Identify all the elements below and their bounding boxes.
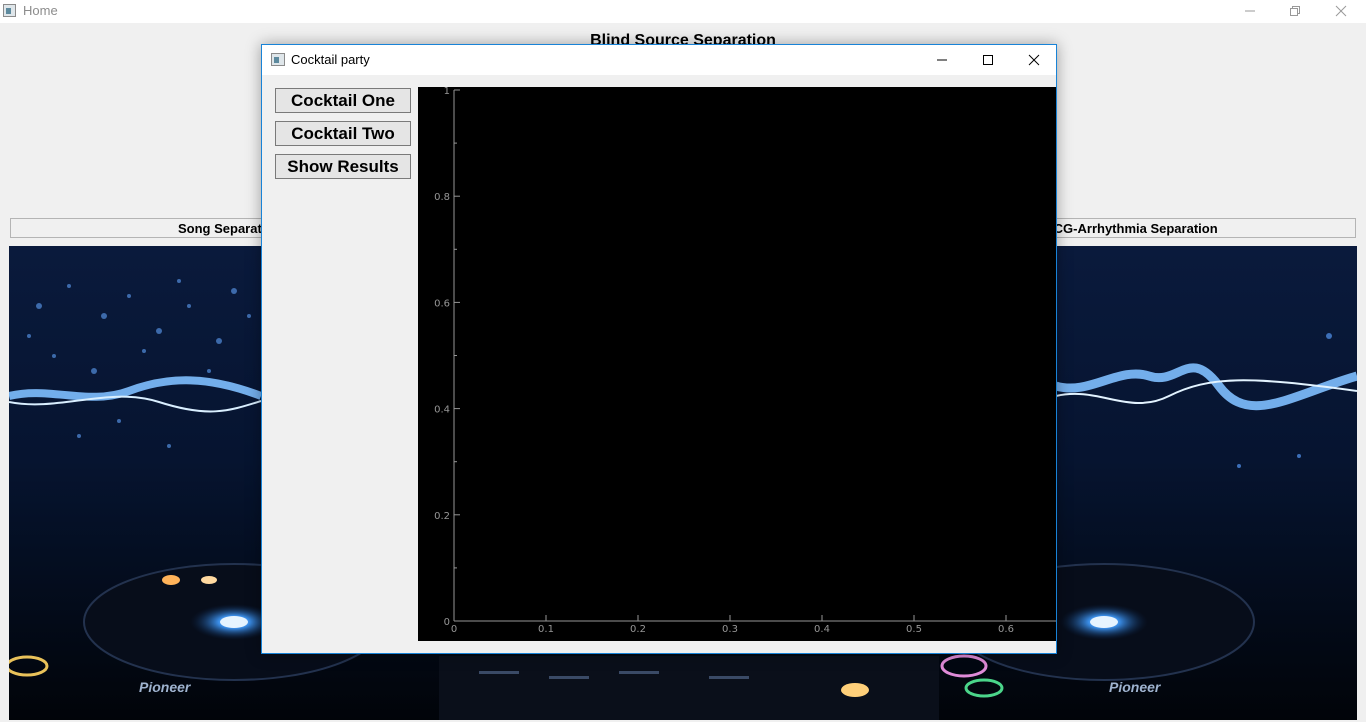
x-tick-label: 0.1 xyxy=(538,624,554,635)
close-button[interactable] xyxy=(1318,0,1364,22)
x-axis: 0 0.1 0.2 0.3 0.4 0.5 0.6 xyxy=(451,615,1056,635)
dialog-titlebar: Cocktail party xyxy=(262,45,1056,75)
maximize-icon xyxy=(983,55,993,65)
close-icon xyxy=(1335,5,1347,17)
show-results-button[interactable]: Show Results xyxy=(275,154,411,179)
minimize-icon xyxy=(937,59,947,61)
cocktail-two-button[interactable]: Cocktail Two xyxy=(275,121,411,146)
dialog-title: Cocktail party xyxy=(291,52,370,67)
y-tick-label: 0.6 xyxy=(434,298,450,309)
waveform-chart: 0 0.2 0.4 0.6 0.8 1 0 0.1 0.2 0.3 0.4 0.5 0.6 xyxy=(434,86,1056,635)
minimize-icon xyxy=(1245,10,1255,12)
right-deck-brand-logo: Pioneer xyxy=(1109,679,1162,695)
minimize-button[interactable] xyxy=(1227,0,1273,22)
cocktail-one-button[interactable]: Cocktail One xyxy=(275,88,411,113)
dialog-maximize-button[interactable] xyxy=(965,45,1011,75)
app-icon xyxy=(3,4,16,17)
y-tick-label: 0.2 xyxy=(434,511,450,522)
dialog-minimize-button[interactable] xyxy=(919,45,965,75)
y-tick-label: 0.8 xyxy=(434,192,450,203)
window-title: Home xyxy=(23,3,58,18)
close-icon xyxy=(1028,54,1040,66)
cocktail-party-dialog: Cocktail party Cocktail One Cocktail Two… xyxy=(261,44,1057,654)
y-tick-label: 0 xyxy=(444,617,450,628)
x-tick-label: 0.5 xyxy=(906,624,922,635)
x-tick-label: 0.4 xyxy=(814,624,830,635)
dialog-app-icon xyxy=(271,53,285,66)
dialog-close-button[interactable] xyxy=(1011,45,1057,75)
x-tick-label: 0.6 xyxy=(998,624,1014,635)
y-axis: 0 0.2 0.4 0.6 0.8 1 xyxy=(434,86,460,628)
x-tick-label: 0 xyxy=(451,624,457,635)
y-tick-label: 0.4 xyxy=(434,405,450,416)
plot-area[interactable]: 0 0.2 0.4 0.6 0.8 1 0 0.1 0.2 0.3 0.4 0.5 0.6 xyxy=(418,86,1056,641)
restore-button[interactable] xyxy=(1272,0,1318,22)
tab-ecg-arrhythmia-separation[interactable]: ECG-Arrhythmia Separation xyxy=(1045,221,1218,236)
restore-icon xyxy=(1290,6,1300,16)
y-tick-label: 1 xyxy=(444,87,450,97)
left-deck-brand-logo: Pioneer xyxy=(139,679,192,695)
x-tick-label: 0.3 xyxy=(722,624,738,635)
main-titlebar: Home xyxy=(0,0,1366,23)
x-tick-label: 0.2 xyxy=(630,624,646,635)
